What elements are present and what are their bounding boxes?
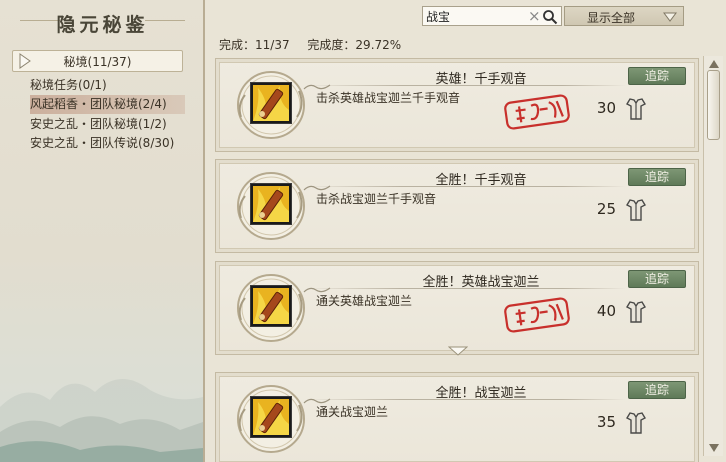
armor-reward-icon: [626, 412, 646, 434]
achievement-points: 30: [596, 99, 616, 117]
armor-reward-icon: [626, 301, 646, 323]
search-icon[interactable]: [542, 9, 558, 25]
sidebar-title: 隐元秘鉴: [56, 14, 149, 36]
achievement-points: 35: [596, 413, 616, 431]
sidebar-item-fengqi-daoxiang[interactable]: 风起稻香・团队秘境(2/4): [30, 95, 185, 114]
track-button[interactable]: 追踪: [628, 168, 686, 186]
achievement-points: 25: [596, 200, 616, 218]
achievement-icon: [250, 183, 292, 225]
completed-seal-stamp: [504, 94, 570, 130]
completed-seal-stamp: [504, 297, 570, 333]
scrollbar[interactable]: [703, 56, 723, 456]
sidebar-item-mijing-quests[interactable]: 秘境任务(0/1): [30, 76, 185, 95]
main-panel: × 显示全部 完成：11/37 完成度：29.72%: [207, 0, 726, 462]
category-header-label: 秘境(11/37): [63, 55, 132, 69]
ink-mountain-decoration: [0, 378, 203, 462]
track-button[interactable]: 追踪: [628, 381, 686, 399]
title-divider: [306, 186, 626, 187]
clear-search-icon[interactable]: ×: [528, 7, 541, 25]
completion-percent: 完成度：29.72%: [307, 38, 402, 52]
search-box: ×: [422, 6, 562, 26]
achievement-points: 40: [596, 302, 616, 320]
achievement-card: 全胜！千手观音 击杀战宝迦兰千手观音 追踪 25: [215, 159, 699, 253]
sidebar-item-anshi-team-mijing[interactable]: 安史之乱・团队秘境(1/2): [30, 115, 185, 134]
achievement-card: 全胜！战宝迦兰 通关战宝迦兰 追踪 35: [215, 372, 699, 462]
sidebar-item-anshi-team-legend[interactable]: 安史之乱・团队传说(8/30): [30, 134, 185, 153]
armor-reward-icon: [626, 98, 646, 120]
achievement-description: 击杀战宝迦兰千手观音: [316, 192, 437, 206]
title-divider: [306, 399, 626, 400]
track-button[interactable]: 追踪: [628, 270, 686, 288]
sidebar: 隐元秘鉴 秘境(11/37) 秘境任务(0/1) 风起稻香・团队秘境(2/4) …: [0, 0, 205, 462]
scrollbar-thumb[interactable]: [707, 70, 720, 140]
expand-details-icon[interactable]: [448, 346, 468, 356]
achievement-list: 英雄！千手观音 击杀英雄战宝迦兰千手观音 追踪 30 全胜！千手观音 击杀战宝迦…: [215, 56, 699, 462]
achievement-description: 击杀英雄战宝迦兰千手观音: [316, 91, 461, 105]
progress-status: 完成：11/37 完成度：29.72%: [219, 36, 415, 53]
achievement-description: 通关英雄战宝迦兰: [316, 294, 413, 308]
achievement-icon: [250, 82, 292, 124]
scroll-down-arrow-icon[interactable]: [707, 442, 721, 454]
track-button[interactable]: 追踪: [628, 67, 686, 85]
achievement-icon: [250, 285, 292, 327]
filter-selected-value: 显示全部: [587, 11, 636, 25]
armor-reward-icon: [626, 199, 646, 221]
scroll-up-arrow-icon[interactable]: [707, 58, 721, 70]
chevron-down-icon: [663, 12, 677, 22]
title-divider: [306, 85, 626, 86]
achievement-card: 全胜！英雄战宝迦兰 通关英雄战宝迦兰 追踪 40: [215, 261, 699, 356]
achievement-icon: [250, 396, 292, 438]
filter-dropdown[interactable]: 显示全部: [564, 6, 684, 26]
title-divider: [306, 288, 626, 289]
search-input[interactable]: [426, 8, 526, 24]
achievement-description: 通关战宝迦兰: [316, 405, 389, 419]
completed-count: 完成：11/37: [219, 38, 290, 52]
category-header-mijing[interactable]: 秘境(11/37): [12, 50, 183, 72]
achievement-card: 英雄！千手观音 击杀英雄战宝迦兰千手观音 追踪 30: [215, 58, 699, 152]
